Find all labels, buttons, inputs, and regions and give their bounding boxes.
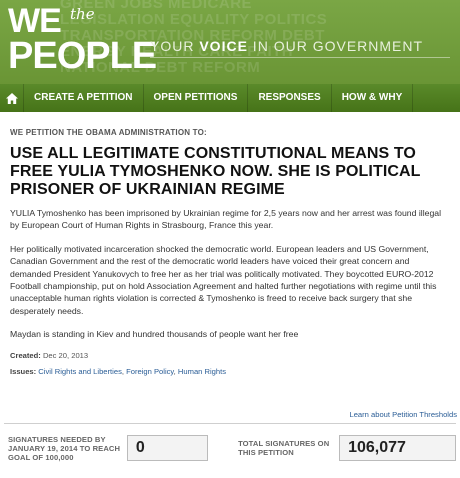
created-date: Dec 20, 2013 xyxy=(42,350,89,360)
petition-paragraph: Maydan is standing in Kiev and hundred t… xyxy=(10,329,299,340)
petition-preheading: WE PETITION THE OBAMA ADMINISTRATION TO: xyxy=(10,128,207,137)
logo-people[interactable]: PEOPLE xyxy=(8,36,157,76)
tagline-divider xyxy=(150,57,450,58)
petition-paragraph: Her politically motivated incarceration … xyxy=(10,243,437,316)
nav-responses[interactable]: RESPONSES xyxy=(248,84,332,112)
total-signatures-value: 106,077 xyxy=(339,435,456,461)
signatures-needed-value: 0 xyxy=(126,435,209,461)
background-word-line: LEGISLATION EQUALITY POLITICS xyxy=(60,11,328,28)
issue-link-civil-rights[interactable]: Civil Rights and Liberties xyxy=(38,367,122,376)
signature-bar: SIGNATURES NEEDED BY JANUARY 19, 2014 TO… xyxy=(4,426,456,470)
created-label: Created: xyxy=(10,350,41,360)
issue-link-human-rights[interactable]: Human Rights xyxy=(178,367,226,376)
tagline-voice: VOICE xyxy=(199,38,248,54)
nav-how-why[interactable]: HOW & WHY xyxy=(332,84,414,112)
issue-link-foreign-policy[interactable]: Foreign Policy xyxy=(126,367,174,376)
nav-open-petitions[interactable]: OPEN PETITIONS xyxy=(144,84,249,112)
created-line: Created: Dec 20, 2013 xyxy=(10,351,450,360)
total-signatures-label: TOTAL SIGNATURES ON THIS PETITION xyxy=(238,439,330,457)
signatures-needed-label: SIGNATURES NEEDED BY JANUARY 19, 2014 TO… xyxy=(8,434,121,462)
petition-paragraph: YULIA Tymoshenko has been imprisoned by … xyxy=(10,208,442,231)
logo-the[interactable]: the xyxy=(70,6,95,22)
tagline-your: YOUR xyxy=(150,38,200,54)
site-tagline: YOUR VOICE IN OUR GOVERNMENT xyxy=(150,38,423,54)
petition-title: USE ALL LEGITIMATE CONSTITUTIONAL MEANS … xyxy=(10,145,421,198)
signature-divider xyxy=(4,423,456,424)
site-banner: GREEN JOBS MEDICARE LEGISLATION EQUALITY… xyxy=(0,0,460,84)
issues-label: Issues: xyxy=(10,366,37,376)
learn-thresholds-link[interactable]: Learn about Petition Thresholds xyxy=(349,410,457,419)
home-icon[interactable] xyxy=(0,84,24,112)
issues-line: Issues: Civil Rights and Liberties, Fore… xyxy=(10,366,227,376)
nav-create-petition[interactable]: CREATE A PETITION xyxy=(24,84,144,112)
main-nav: CREATE A PETITION OPEN PETITIONS RESPONS… xyxy=(0,84,460,112)
petition-content: WE PETITION THE OBAMA ADMINISTRATION TO:… xyxy=(10,128,450,376)
tagline-rest: IN OUR GOVERNMENT xyxy=(247,38,424,54)
